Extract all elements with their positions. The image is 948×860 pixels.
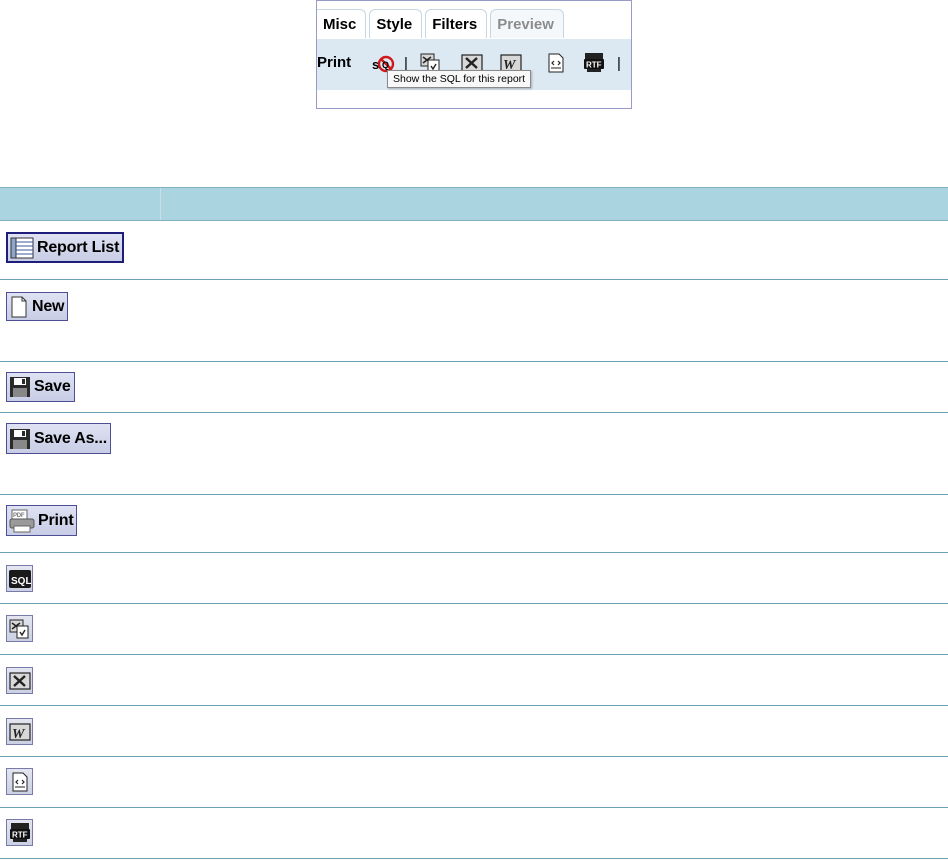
toolbar-separator: | xyxy=(617,55,621,72)
button-label: New xyxy=(32,297,65,315)
button-label: Print xyxy=(38,511,74,529)
tab-bar: Misc Style Filters Preview xyxy=(317,9,567,39)
xml-button[interactable] xyxy=(6,768,33,795)
column-divider xyxy=(160,188,161,220)
rtf-icon[interactable]: RTF xyxy=(583,53,605,73)
button-label: Report List xyxy=(37,238,120,256)
export-html-button[interactable] xyxy=(6,615,33,642)
table-row xyxy=(0,655,948,706)
pdf-printer-icon: PDF xyxy=(9,509,35,533)
new-document-icon xyxy=(9,296,29,318)
print-button[interactable]: PDF Print xyxy=(6,505,78,536)
button-label: Save As... xyxy=(34,429,108,447)
svg-text:Q: Q xyxy=(382,60,389,70)
report-builder-panel: Misc Style Filters Preview Print s Q | W… xyxy=(316,0,632,109)
table-row: Save xyxy=(0,362,948,413)
table-row xyxy=(0,757,948,808)
save-button[interactable]: Save xyxy=(6,372,75,402)
svg-text:RTF: RTF xyxy=(586,61,602,70)
xml-icon[interactable] xyxy=(546,53,566,73)
save-as-button[interactable]: Save As... xyxy=(6,423,112,454)
tooltip: Show the SQL for this report xyxy=(387,70,532,88)
word-button[interactable]: W xyxy=(6,718,33,745)
rtf-icon: RTF xyxy=(9,822,31,843)
floppy-disk-icon xyxy=(9,376,31,398)
tab-filters[interactable]: Filters xyxy=(425,9,488,38)
table-row: PDF Print xyxy=(0,495,948,553)
svg-text:SQL: SQL xyxy=(11,576,31,587)
word-icon: W xyxy=(8,722,31,742)
rtf-button[interactable]: RTF xyxy=(6,819,33,846)
print-link[interactable]: Print xyxy=(317,54,351,71)
xml-icon xyxy=(10,772,30,792)
export-html-icon xyxy=(9,619,31,639)
table-row xyxy=(0,604,948,655)
floppy-disk-icon xyxy=(9,428,31,450)
table-row: Save As... xyxy=(0,413,948,495)
tab-preview: Preview xyxy=(490,9,564,38)
table-row: SQL xyxy=(0,553,948,604)
table-row: W xyxy=(0,706,948,757)
excel-icon xyxy=(8,671,31,691)
svg-text:W: W xyxy=(12,727,26,742)
report-list-button[interactable]: Report List xyxy=(6,232,125,263)
table-row: New xyxy=(0,280,948,362)
new-button[interactable]: New xyxy=(6,292,69,321)
table-row: RTF xyxy=(0,808,948,859)
export-toolbar: Print s Q | W RTF | Show the SQL for thi… xyxy=(317,39,631,90)
sql-icon: SQL xyxy=(8,569,31,589)
excel-button[interactable] xyxy=(6,667,33,694)
button-reference-table: Report List New Save Save As... PDF Prin… xyxy=(0,187,948,859)
table-header xyxy=(0,187,948,221)
table-row: Report List xyxy=(0,221,948,280)
svg-text:RTF: RTF xyxy=(12,830,28,839)
report-list-icon xyxy=(10,237,34,259)
tab-misc[interactable]: Misc xyxy=(317,9,367,38)
button-label: Save xyxy=(34,378,71,395)
sql-button[interactable]: SQL xyxy=(6,565,33,592)
svg-text:PDF: PDF xyxy=(13,513,25,519)
tab-style[interactable]: Style xyxy=(369,9,423,38)
